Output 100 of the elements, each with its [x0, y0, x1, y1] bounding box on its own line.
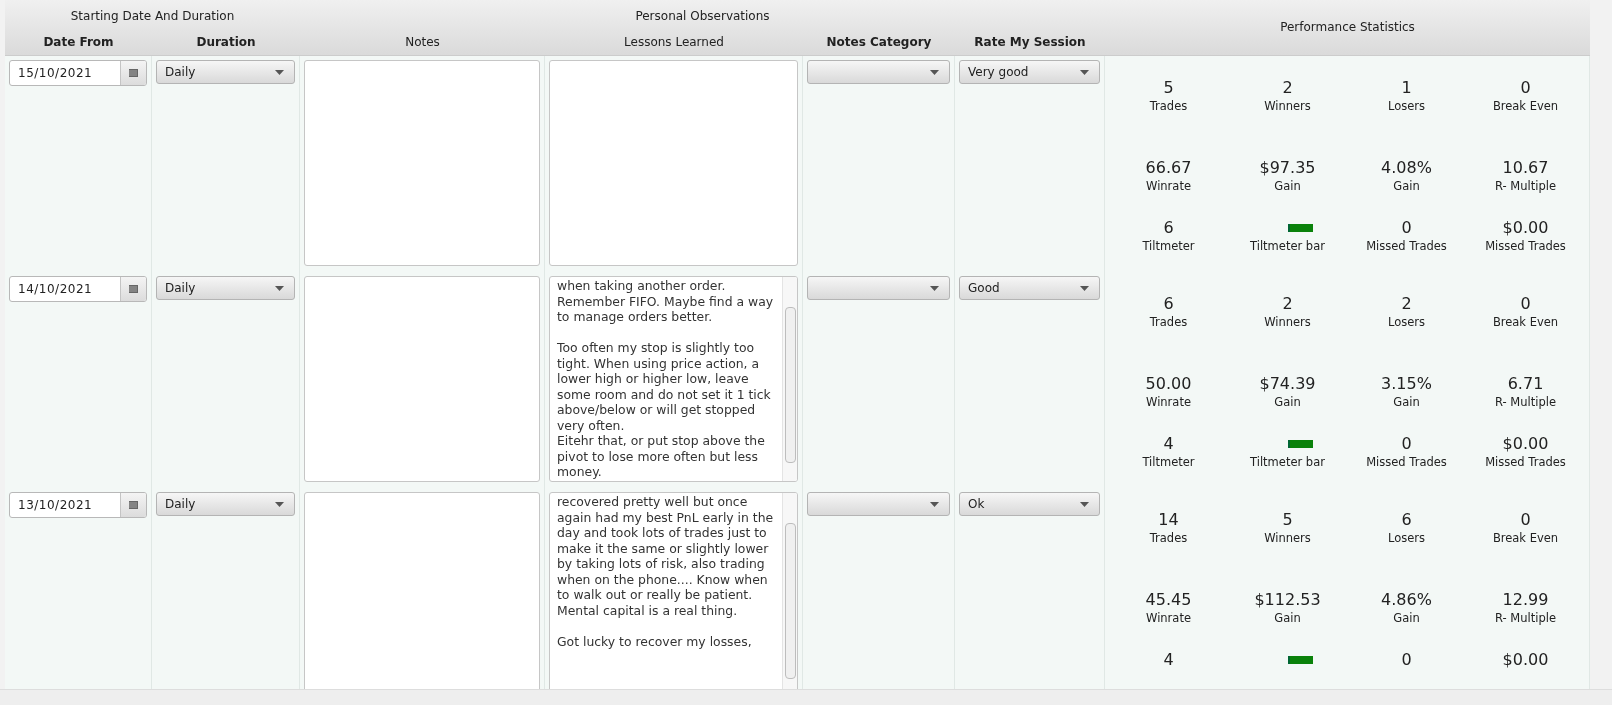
stat-value: 2 — [1282, 294, 1293, 314]
stat-label: Gain — [1393, 610, 1420, 626]
date-field[interactable]: 13/10/2021 — [9, 492, 147, 518]
stat-value: 4.08% — [1381, 158, 1432, 178]
column-heading: Lessons Learned — [623, 35, 725, 49]
stat-label: Gain — [1274, 610, 1301, 626]
category-dropdown[interactable] — [807, 276, 950, 300]
stat-label: Winrate — [1146, 610, 1191, 626]
caret-icon — [930, 501, 939, 507]
stat-label: Winrate — [1146, 178, 1191, 194]
stat-value: 12.99 — [1502, 590, 1549, 610]
calendar-button[interactable] — [120, 61, 146, 85]
caret-icon — [275, 501, 284, 507]
stat-value: $0.00 — [1502, 434, 1549, 454]
stat-label: Losers — [1388, 98, 1425, 114]
stat-label: Winners — [1264, 530, 1311, 546]
group-heading: Performance Statistics — [1279, 20, 1416, 34]
stat-value: 6 — [1163, 294, 1174, 314]
column-heading: Date From — [42, 35, 115, 49]
stat-label: Losers — [1388, 530, 1425, 546]
stat-label: Tiltmeter — [1142, 454, 1195, 470]
stat-label: Gain — [1393, 394, 1420, 410]
calendar-icon — [129, 501, 138, 509]
stat-label: Losers — [1388, 314, 1425, 330]
stat-value: 10.67 — [1502, 158, 1549, 178]
stat-label: Missed Trades — [1366, 454, 1447, 470]
caret-icon — [275, 285, 284, 291]
caret-icon — [1080, 285, 1089, 291]
duration-dropdown[interactable]: Daily — [156, 276, 295, 300]
stat-value: 14 — [1158, 510, 1179, 530]
stat-label: Trades — [1149, 314, 1188, 330]
stat-value: $0.00 — [1502, 218, 1549, 238]
stat-value: $0.00 — [1502, 650, 1549, 670]
notes-field[interactable] — [304, 60, 540, 266]
calendar-button[interactable] — [120, 493, 146, 517]
stat-value: 3.15% — [1381, 374, 1432, 394]
notes-field[interactable] — [304, 276, 540, 482]
column-heading: Rate My Session — [973, 35, 1087, 49]
stat-label: Trades — [1149, 530, 1188, 546]
stat-value: 0 — [1520, 510, 1531, 530]
stat-label: Break Even — [1492, 98, 1559, 114]
duration-dropdown[interactable]: Daily — [156, 60, 295, 84]
stat-label: Tiltmeter bar — [1250, 454, 1325, 470]
column-heading: Notes Category — [825, 35, 933, 49]
rating-dropdown[interactable]: Good — [959, 276, 1100, 300]
date-field[interactable]: 14/10/2021 — [9, 276, 147, 302]
group-heading: Personal Observations — [634, 8, 771, 23]
stat-value: 4 — [1163, 650, 1174, 670]
stat-value: 2 — [1401, 294, 1412, 314]
stat-value: 50.00 — [1145, 374, 1192, 394]
stat-label: Winrate — [1146, 394, 1191, 410]
stat-label: Gain — [1393, 178, 1420, 194]
stat-value: 6.71 — [1507, 374, 1544, 394]
stat-label: Tiltmeter bar — [1250, 238, 1325, 254]
calendar-button[interactable] — [120, 277, 146, 301]
lessons-field[interactable] — [549, 60, 798, 266]
stat-value: 1 — [1401, 78, 1412, 98]
stat-value: 0 — [1401, 650, 1412, 670]
stat-value: 6 — [1401, 510, 1412, 530]
date-field[interactable]: 15/10/2021 — [9, 60, 147, 86]
caret-icon — [930, 285, 939, 291]
caret-icon — [1080, 69, 1089, 75]
stat-value: 0 — [1401, 434, 1412, 454]
stat-label: Winners — [1264, 314, 1311, 330]
caret-icon — [1080, 501, 1089, 507]
stat-value: 4 — [1163, 434, 1174, 454]
stat-label: Tiltmeter — [1142, 238, 1195, 254]
stat-label: R- Multiple — [1495, 394, 1556, 410]
stat-value: 6 — [1163, 218, 1174, 238]
stat-value: 5 — [1282, 510, 1293, 530]
duration-dropdown[interactable]: Daily — [156, 492, 295, 516]
stat-value: 2 — [1282, 78, 1293, 98]
column-heading: Notes — [404, 35, 441, 49]
stat-label: Gain — [1274, 178, 1301, 194]
stat-label: Gain — [1274, 394, 1301, 410]
stat-label: R- Multiple — [1495, 178, 1556, 194]
stat-value: 4.86% — [1381, 590, 1432, 610]
lessons-field[interactable]: when taking another order. Remember FIFO. Maybe find a way to manage orders better. Too often my stop is slightly too tight. When using price action, a lower high or higher low, leave some room and do not set it 1 tick above/below or will get stopped very often. Eitehr that, or put stop above the pivot to lose more often but less money. — [549, 276, 798, 482]
category-dropdown[interactable] — [807, 60, 950, 84]
stat-label: Trades — [1149, 98, 1188, 114]
caret-icon — [930, 69, 939, 75]
category-dropdown[interactable] — [807, 492, 950, 516]
rating-dropdown[interactable]: Very good — [959, 60, 1100, 84]
column-heading: Duration — [195, 35, 257, 49]
stat-value: 0 — [1401, 218, 1412, 238]
stat-value: 0 — [1520, 78, 1531, 98]
lessons-field[interactable]: recovered pretty well but once again had my best PnL early in the day and took lots of trades just to make it the same or slightly lower by taking lots of risk, also trading when on the phone.... Know when to walk out or really be patient. Mental capital is a real thing. Got lucky to recover my losses, — [549, 492, 798, 689]
stat-label: Break Even — [1492, 314, 1559, 330]
stat-label: Missed Trades — [1366, 238, 1447, 254]
scrollbar[interactable] — [782, 493, 797, 689]
calendar-icon — [129, 69, 138, 77]
stat-value: $74.39 — [1259, 374, 1316, 394]
stat-value: 66.67 — [1145, 158, 1192, 178]
scrollbar[interactable] — [782, 277, 797, 481]
caret-icon — [275, 69, 284, 75]
stat-value: $112.53 — [1254, 590, 1321, 610]
rating-dropdown[interactable]: Ok — [959, 492, 1100, 516]
notes-field[interactable] — [304, 492, 540, 689]
stat-value: 0 — [1520, 294, 1531, 314]
stat-label: R- Multiple — [1495, 610, 1556, 626]
